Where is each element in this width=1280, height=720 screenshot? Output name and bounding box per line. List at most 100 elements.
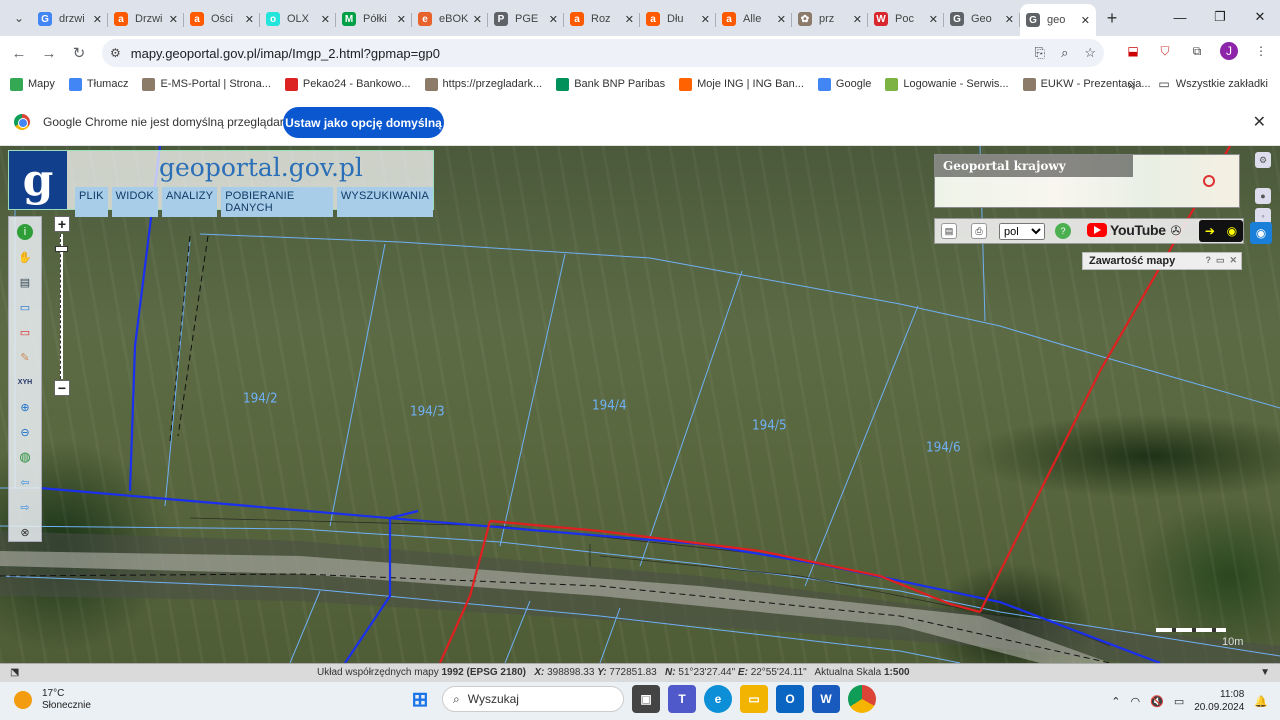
pencil-icon[interactable]: ✎	[17, 349, 33, 365]
zoom-minus-button[interactable]: −	[54, 380, 70, 396]
print-icon[interactable]: ⎙	[971, 223, 987, 239]
task-view-icon[interactable]: ▣	[632, 685, 660, 713]
notification-bell-icon[interactable]: 🔔	[1254, 695, 1268, 708]
tab-close-icon[interactable]: ✕	[93, 13, 102, 26]
extension-icon[interactable]: ⬓	[1124, 42, 1142, 60]
tab-close-icon[interactable]: ✕	[929, 13, 938, 26]
file-explorer-icon[interactable]: ▭	[740, 685, 768, 713]
info-icon[interactable]: i	[17, 224, 33, 240]
bookmark-item[interactable]: E-MS-Portal | Strona...	[142, 77, 271, 91]
tab-close-icon[interactable]: ✕	[245, 13, 254, 26]
tab-close-icon[interactable]: ✕	[701, 13, 710, 26]
globe-icon[interactable]: ◍	[17, 449, 33, 465]
chrome-taskbar-icon[interactable]	[848, 685, 876, 713]
browser-tab[interactable]: P PGE ✕	[488, 4, 564, 34]
tab-close-icon[interactable]: ✕	[853, 13, 862, 26]
view-eye-button[interactable]: ◉	[1250, 222, 1272, 244]
parcel-label[interactable]: 194/3	[410, 403, 445, 418]
browser-tab[interactable]: o OLX ✕	[260, 4, 336, 34]
browser-tab[interactable]: a Alle ✕	[716, 4, 792, 34]
geoportal-menu-item[interactable]: POBIERANIE DANYCH	[221, 187, 333, 217]
bookmark-item[interactable]: Tłumacz	[68, 77, 128, 91]
pan-hand-icon[interactable]: ✋	[17, 249, 33, 265]
browser-tab[interactable]: M Półki ✕	[336, 4, 412, 34]
battery-icon[interactable]: ▭	[1174, 695, 1184, 708]
zoom-knob[interactable]	[55, 246, 68, 252]
browser-tab[interactable]: Gdrzwi ✕	[32, 4, 108, 34]
tab-close-icon[interactable]: ✕	[321, 13, 330, 26]
windows-start-icon[interactable]: ⊞	[406, 685, 434, 713]
clock[interactable]: 11:08 20.09.2024	[1194, 688, 1244, 714]
parcel-label[interactable]: 194/6	[926, 439, 961, 454]
bookmark-item[interactable]: Bank BNP Paribas	[556, 77, 665, 91]
settings-icon[interactable]: ⚙	[1255, 152, 1271, 168]
taskbar-search[interactable]: ⌕ Wyszukaj	[442, 686, 624, 712]
all-bookmarks-button[interactable]: ▭ Wszystkie zakładki	[1158, 77, 1268, 91]
statusbar-dropdown-icon[interactable]: ▼	[1260, 667, 1270, 678]
browser-tab[interactable]: a Drzwi ✕	[108, 4, 184, 34]
bookmark-item[interactable]: Moje ING | ING Ban...	[679, 77, 804, 91]
accessibility-icon[interactable]: ✇	[1168, 223, 1184, 239]
parcel-label[interactable]: 194/2	[243, 390, 278, 405]
panel-close-icon[interactable]: ✕	[1229, 255, 1237, 266]
browser-tab[interactable]: ✿ prz ✕	[792, 4, 868, 34]
install-app-icon[interactable]: ⎘	[1035, 45, 1045, 61]
layers-list-icon[interactable]: ▤	[17, 274, 33, 290]
geoportal-menu-item[interactable]: PLIK	[75, 187, 108, 217]
browser-tab[interactable]: a Ości ✕	[184, 4, 260, 34]
bookmark-item[interactable]: Logowanie - Serwis...	[885, 77, 1009, 91]
select-red-icon[interactable]: ▭	[17, 324, 33, 340]
pin-icon[interactable]: ●	[1255, 188, 1271, 204]
site-info-icon[interactable]: ⚙	[110, 46, 121, 60]
address-bar[interactable]: ⚙ mapy.geoportal.gov.pl/imap/Imgp_2.html…	[102, 39, 1104, 67]
back-view-icon[interactable]: ⇦	[17, 474, 33, 490]
browser-tab[interactable]: a Roz ✕	[564, 4, 640, 34]
parcel-label[interactable]: 194/4	[592, 397, 627, 412]
chevron-up-icon[interactable]: ⌃	[1111, 695, 1120, 708]
zoom-icon[interactable]: ⌕	[1061, 45, 1068, 61]
bookmark-item[interactable]: Mapy	[10, 77, 55, 91]
bookmark-star-icon[interactable]: ☆	[1084, 45, 1096, 61]
teams-icon[interactable]: T	[668, 685, 696, 713]
speaker-muted-icon[interactable]: 🔇	[1150, 695, 1164, 708]
new-tab-button[interactable]: +	[1100, 8, 1124, 29]
tab-close-icon[interactable]: ✕	[473, 13, 482, 26]
parcel-label[interactable]: 194/5	[752, 417, 787, 432]
browser-tab[interactable]: a Dłu ✕	[640, 4, 716, 34]
profile-avatar[interactable]: J	[1220, 42, 1238, 60]
map-content-panel[interactable]: Zawartość mapy ? ▭ ✕	[1082, 252, 1242, 270]
zoom-slider[interactable]: + −	[54, 216, 70, 396]
geoportal-menu-item[interactable]: ANALIZY	[161, 187, 218, 217]
bookmark-item[interactable]: Google	[817, 77, 871, 91]
menu-dots-icon[interactable]: ⋮	[1252, 42, 1270, 60]
zoom-plus-button[interactable]: +	[54, 216, 70, 232]
tab-close-icon[interactable]: ✕	[549, 13, 558, 26]
edge-icon[interactable]: e	[704, 685, 732, 713]
close-window-button[interactable]: ✕	[1240, 0, 1280, 34]
tab-search-button[interactable]: ⌄	[6, 5, 32, 31]
set-default-button[interactable]: Ustaw jako opcję domyślną	[283, 107, 444, 138]
browser-tab[interactable]: Ggeo ✕	[1020, 4, 1096, 36]
tab-close-icon[interactable]: ✕	[397, 13, 406, 26]
bookmark-item[interactable]: Pekao24 - Bankowo...	[284, 77, 411, 91]
close-infobar-icon[interactable]: ✕	[1253, 112, 1266, 132]
browser-tab[interactable]: G Geo ✕	[944, 4, 1020, 34]
forward-button[interactable]: →	[34, 38, 64, 68]
tab-close-icon[interactable]: ✕	[625, 13, 634, 26]
collapse-icon[interactable]: ⬔	[10, 667, 19, 678]
reset-icon[interactable]: ⊗	[17, 524, 33, 540]
shield-extension-icon[interactable]: ⛉	[1156, 42, 1174, 60]
browser-tab[interactable]: e eBOK ✕	[412, 4, 488, 34]
panel-help-icon[interactable]: ?	[1205, 255, 1211, 266]
back-button[interactable]: ←	[4, 38, 34, 68]
bookmark-item[interactable]: https://przegladark...	[424, 77, 542, 91]
xyh-icon[interactable]: XYH	[17, 374, 33, 390]
help-icon[interactable]: ?	[1055, 223, 1071, 239]
minimize-button[interactable]: —	[1160, 0, 1200, 34]
tab-close-icon[interactable]: ✕	[777, 13, 786, 26]
contrast-toggle[interactable]: ➔ ◉	[1199, 220, 1243, 242]
weather-widget[interactable]: 17°C Słonecznie	[14, 688, 91, 712]
overview-map[interactable]: Geoportal krajowy	[934, 154, 1240, 208]
tab-close-icon[interactable]: ✕	[1005, 13, 1014, 26]
word-icon[interactable]: W	[812, 685, 840, 713]
